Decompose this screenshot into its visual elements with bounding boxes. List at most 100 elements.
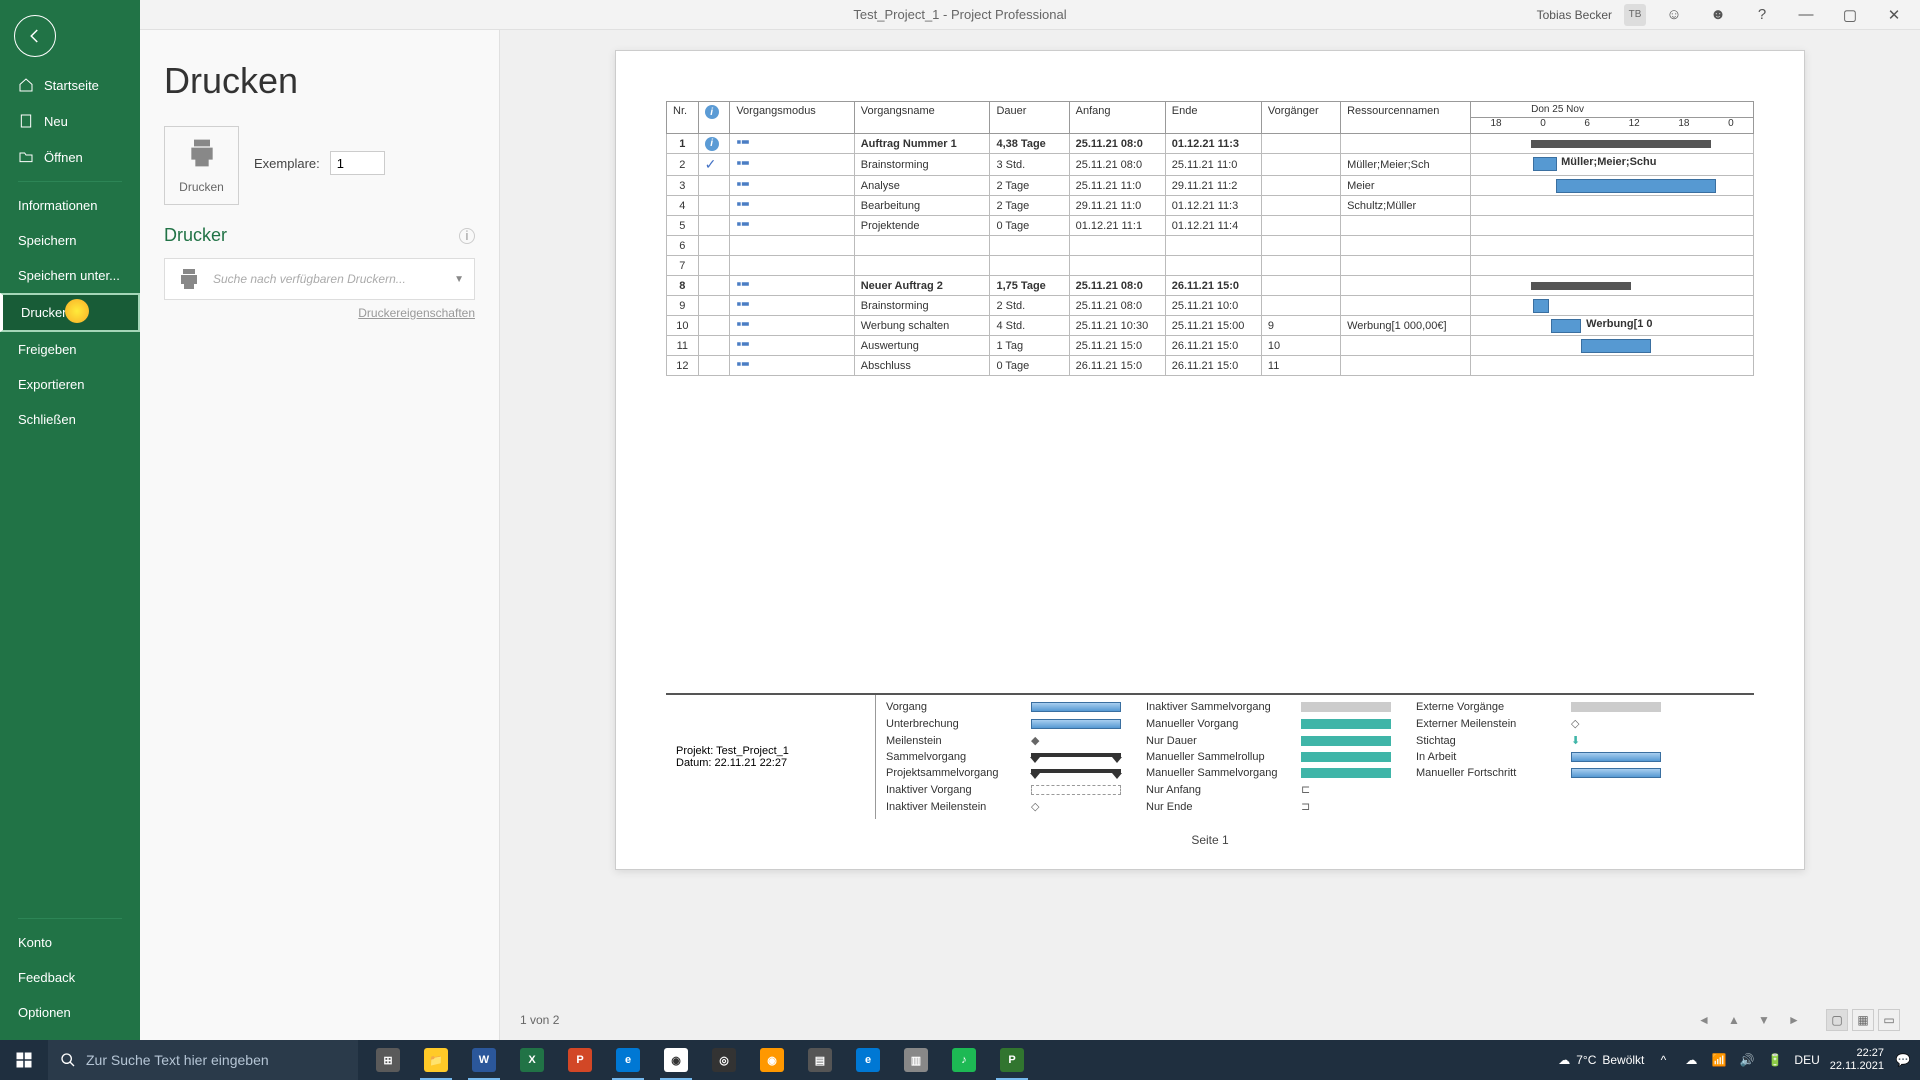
start-button[interactable]: [0, 1040, 48, 1080]
table-row: 3Analyse2 Tage25.11.21 11:029.11.21 11:2…: [667, 176, 1754, 196]
page-counter: 1 von 2: [520, 1013, 1692, 1027]
col-start: Anfang: [1069, 102, 1165, 134]
page-title: Drucken: [164, 60, 475, 102]
view-single-page[interactable]: ▢: [1826, 1009, 1848, 1031]
table-row: 6: [667, 236, 1754, 256]
user-avatar[interactable]: TB: [1624, 4, 1646, 26]
app-generic1[interactable]: ▤: [798, 1040, 842, 1080]
project-name: Projekt: Test_Project_1: [676, 745, 865, 757]
close-button[interactable]: ✕: [1878, 1, 1910, 29]
taskbar-search[interactable]: Zur Suche Text hier eingeben: [48, 1040, 358, 1080]
legend-swatch: [1571, 752, 1661, 762]
chrome-app[interactable]: ◉: [654, 1040, 698, 1080]
col-res: Ressourcennamen: [1341, 102, 1471, 134]
word-app[interactable]: W: [462, 1040, 506, 1080]
printer-dropdown[interactable]: Suche nach verfügbaren Druckern... ▼: [164, 258, 475, 300]
table-row: 11Auswertung1 Tag25.11.21 15:026.11.21 1…: [667, 336, 1754, 356]
legend-item-label: Nur Ende: [1146, 801, 1301, 813]
print-preview: Nr. i Vorgangsmodus Vorgangsname Dauer A…: [500, 30, 1920, 1040]
explorer-app[interactable]: 📁: [414, 1040, 458, 1080]
sidebar-save[interactable]: Speichern: [0, 223, 140, 258]
table-row: 9Brainstorming2 Std.25.11.21 08:025.11.2…: [667, 296, 1754, 316]
sidebar-home[interactable]: Startseite: [0, 67, 140, 103]
copies-label: Exemplare:: [254, 156, 320, 171]
smiley-icon[interactable]: ☺: [1658, 1, 1690, 29]
table-row: 12Abschluss0 Tage26.11.21 15:026.11.21 1…: [667, 356, 1754, 376]
app-orange[interactable]: ◉: [750, 1040, 794, 1080]
prev-page-button[interactable]: ◄: [1692, 1008, 1716, 1032]
battery-icon[interactable]: 🔋: [1766, 1051, 1784, 1069]
table-row: 4Bearbeitung2 Tage29.11.21 11:001.12.21 …: [667, 196, 1754, 216]
legend-swatch: [1031, 702, 1121, 712]
sidebar-options[interactable]: Optionen: [0, 995, 140, 1030]
project-date: Datum: 22.11.21 22:27: [676, 757, 865, 769]
print-button[interactable]: Drucken: [164, 126, 239, 205]
legend-swatch: [1301, 736, 1391, 746]
sidebar-info[interactable]: Informationen: [0, 188, 140, 223]
powerpoint-app[interactable]: P: [558, 1040, 602, 1080]
legend-item-label: Meilenstein: [886, 735, 1031, 747]
sidebar-feedback[interactable]: Feedback: [0, 960, 140, 995]
legend-item-label: Inaktiver Meilenstein: [886, 801, 1031, 813]
notifications-icon[interactable]: 💬: [1894, 1051, 1912, 1069]
legend-item-label: Projektsammelvorgang: [886, 767, 1031, 779]
sidebar-share[interactable]: Freigeben: [0, 332, 140, 367]
user-name[interactable]: Tobias Becker: [1537, 8, 1612, 22]
obs-app[interactable]: ◎: [702, 1040, 746, 1080]
copies-input[interactable]: [330, 151, 385, 175]
sidebar-close[interactable]: Schließen: [0, 402, 140, 437]
backstage-sidebar: Startseite Neu Öffnen Informationen Spei…: [0, 0, 140, 1040]
table-row: 2✓Brainstorming3 Std.25.11.21 08:025.11.…: [667, 154, 1754, 176]
edge-alt-app[interactable]: e: [846, 1040, 890, 1080]
weather-widget[interactable]: ☁ 7°C Bewölkt: [1558, 1053, 1644, 1067]
info-column-icon: i: [705, 105, 719, 119]
minimize-button[interactable]: —: [1790, 1, 1822, 29]
legend-swatch: [1571, 702, 1661, 712]
table-row: 7: [667, 256, 1754, 276]
project-app[interactable]: P: [990, 1040, 1034, 1080]
col-nr: Nr.: [667, 102, 699, 134]
legend-swatch: [1301, 719, 1391, 729]
next-page-button[interactable]: ►: [1782, 1008, 1806, 1032]
legend-item-label: Vorgang: [886, 701, 1031, 713]
legend-swatch: [1301, 702, 1391, 712]
back-button[interactable]: [14, 15, 56, 57]
language-indicator[interactable]: DEU: [1794, 1053, 1819, 1067]
task-view[interactable]: ⊞: [366, 1040, 410, 1080]
sidebar-export[interactable]: Exportieren: [0, 367, 140, 402]
up-button[interactable]: ▲: [1722, 1008, 1746, 1032]
sidebar-account[interactable]: Konto: [0, 925, 140, 960]
help-icon[interactable]: ?: [1746, 1, 1778, 29]
windows-taskbar: Zur Suche Text hier eingeben ⊞ 📁 W X P e…: [0, 1040, 1920, 1080]
app-generic2[interactable]: ▥: [894, 1040, 938, 1080]
edge-app[interactable]: e: [606, 1040, 650, 1080]
onedrive-icon[interactable]: ☁: [1682, 1051, 1700, 1069]
wifi-icon[interactable]: 📶: [1710, 1051, 1728, 1069]
table-row: 8Neuer Auftrag 21,75 Tage25.11.21 08:026…: [667, 276, 1754, 296]
legend-item-label: Externer Meilenstein: [1416, 718, 1571, 730]
legend-swatch: ⬇: [1571, 734, 1686, 747]
spotify-app[interactable]: ♪: [942, 1040, 986, 1080]
down-button[interactable]: ▼: [1752, 1008, 1776, 1032]
sidebar-new[interactable]: Neu: [0, 103, 140, 139]
volume-icon[interactable]: 🔊: [1738, 1051, 1756, 1069]
legend-swatch: ⊏: [1301, 783, 1416, 796]
printer-properties-link[interactable]: Druckereigenschaften: [164, 306, 475, 320]
excel-app[interactable]: X: [510, 1040, 554, 1080]
table-row: 1iAuftrag Nummer 14,38 Tage25.11.21 08:0…: [667, 134, 1754, 154]
page-number: Seite 1: [616, 833, 1804, 847]
sidebar-divider: [18, 181, 122, 182]
info-icon[interactable]: i: [459, 228, 475, 244]
view-zoom[interactable]: ▭: [1878, 1009, 1900, 1031]
col-name: Vorgangsname: [854, 102, 990, 134]
clock[interactable]: 22:27 22.11.2021: [1830, 1047, 1884, 1073]
accessibility-icon[interactable]: ☻: [1702, 1, 1734, 29]
table-row: 10Werbung schalten4 Std.25.11.21 10:3025…: [667, 316, 1754, 336]
sidebar-saveas[interactable]: Speichern unter...: [0, 258, 140, 293]
tray-chevron-icon[interactable]: ^: [1654, 1051, 1672, 1069]
maximize-button[interactable]: ▢: [1834, 1, 1866, 29]
legend-item-label: Nur Dauer: [1146, 735, 1301, 747]
sidebar-print[interactable]: Drucken: [0, 293, 140, 332]
sidebar-open[interactable]: Öffnen: [0, 139, 140, 175]
view-multi-page[interactable]: ▦: [1852, 1009, 1874, 1031]
